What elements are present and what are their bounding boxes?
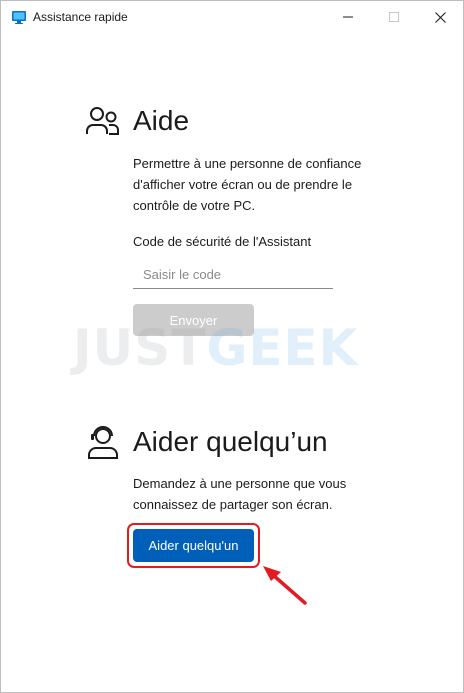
quick-assist-app-icon xyxy=(12,11,26,24)
security-code-label: Code de sécurité de l'Assistant xyxy=(133,234,312,249)
maximize-button[interactable] xyxy=(371,1,417,33)
get-help-description-line: d'afficher votre écran ou de prendre le xyxy=(133,177,353,192)
window-title: Assistance rapide xyxy=(33,10,128,24)
red-arrow-annotation xyxy=(263,566,307,605)
watermark-part: GEEK xyxy=(206,319,359,377)
security-code-input[interactable] xyxy=(133,261,333,289)
close-button[interactable] xyxy=(417,1,463,33)
minimize-button[interactable] xyxy=(325,1,371,33)
give-help-description-line: connaissez de partager son écran. xyxy=(133,497,333,512)
get-help-description-line: Permettre à une personne de confiance xyxy=(133,156,362,171)
person-headset-icon xyxy=(88,426,118,459)
quick-assist-window: Assistance rapide Aide Permettre à une p… xyxy=(0,0,464,693)
maximize-icon xyxy=(389,12,399,22)
watermark-part: JUST xyxy=(73,319,207,377)
give-help-description-line: Demandez à une personne que vous xyxy=(133,476,347,491)
people-icon xyxy=(86,107,119,135)
watermark-logo: JUSTGEEK xyxy=(73,319,358,377)
give-help-title: Aider quelqu’un xyxy=(133,426,328,457)
close-icon xyxy=(434,11,446,23)
help-someone-button[interactable]: Aider quelqu'un xyxy=(133,529,254,562)
get-help-title: Aide xyxy=(133,105,190,136)
get-help-description-line: contrôle de votre PC. xyxy=(133,198,256,213)
get-help-description: Permettre à une personne de confiance d'… xyxy=(133,153,361,216)
minimize-icon xyxy=(343,16,353,18)
give-help-description: Demandez à une personne que vous connais… xyxy=(133,473,346,515)
title-bar: Assistance rapide xyxy=(1,1,463,33)
